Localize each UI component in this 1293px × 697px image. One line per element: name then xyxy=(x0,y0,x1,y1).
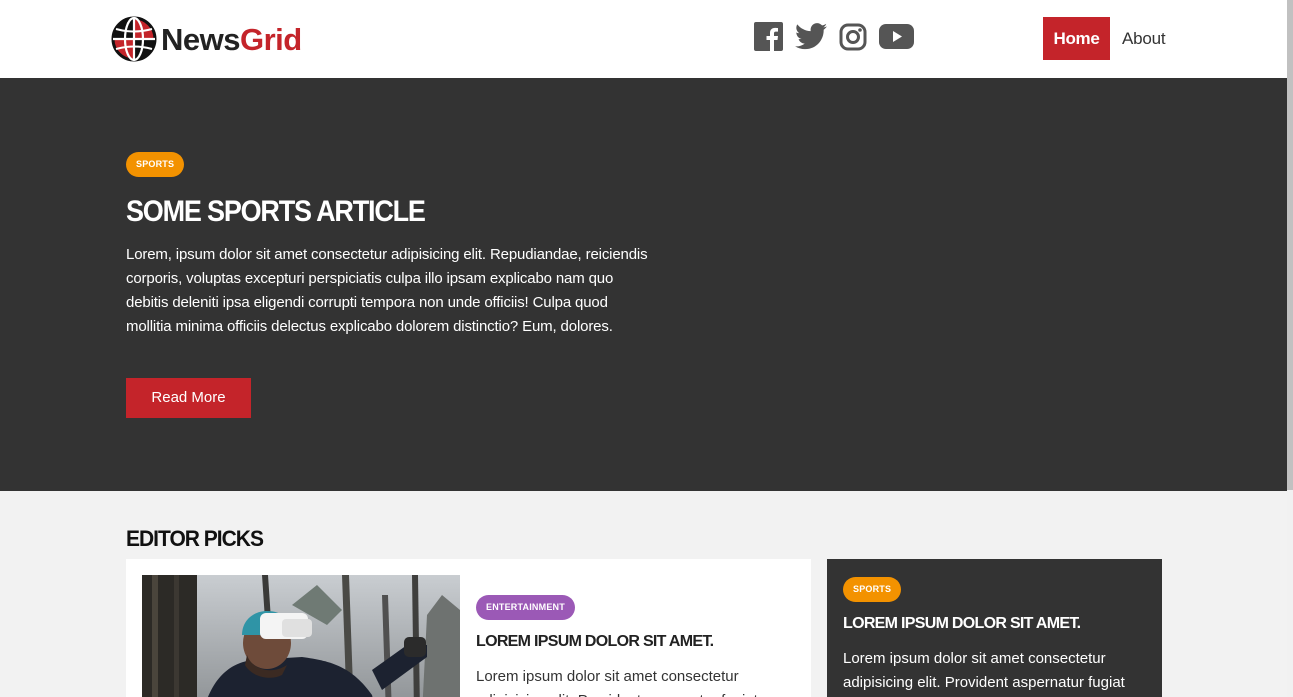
site-header: NewsGrid Home About xyxy=(0,0,1287,78)
site-name-part1: News xyxy=(161,21,240,57)
site-name: NewsGrid xyxy=(161,24,302,55)
main-nav: Home About xyxy=(1043,17,1166,60)
card-title[interactable]: Lorem ipsum dolor sit amet. xyxy=(476,633,714,651)
hero-section: Sports Some Sports Article Lorem, ipsum … xyxy=(0,78,1287,491)
hero-body: Lorem, ipsum dolor sit amet consectetur … xyxy=(126,246,648,335)
page-scrollbar[interactable] xyxy=(1287,0,1293,697)
nav-about[interactable]: About xyxy=(1122,17,1166,60)
card-body: Lorem ipsum dolor sit amet consectetur a… xyxy=(476,668,758,697)
side-card-title[interactable]: Lorem ipsum dolor sit amet. xyxy=(843,615,1081,633)
side-card-body: Lorem ipsum dolor sit amet consectetur a… xyxy=(843,650,1125,691)
hero-title: Some Sports Article xyxy=(126,195,426,228)
facebook-icon xyxy=(754,22,783,51)
instagram-icon xyxy=(839,23,867,50)
facebook-link[interactable] xyxy=(754,22,783,51)
side-category-badge[interactable]: Sports xyxy=(843,577,902,602)
nav-home[interactable]: Home xyxy=(1043,17,1110,60)
scrollbar-thumb[interactable] xyxy=(1287,0,1293,490)
social-links xyxy=(754,22,926,51)
editor-pick-card[interactable]: Entertainment Lorem ipsum dolor sit amet… xyxy=(126,559,811,697)
site-logo[interactable]: NewsGrid xyxy=(110,15,302,63)
youtube-icon xyxy=(879,24,914,49)
twitter-link[interactable] xyxy=(795,23,827,50)
hero-category-badge[interactable]: Sports xyxy=(126,152,185,177)
globe-icon xyxy=(111,16,157,62)
card-category-badge[interactable]: Entertainment xyxy=(476,595,575,620)
twitter-icon xyxy=(795,23,827,50)
youtube-link[interactable] xyxy=(879,24,914,49)
article-image xyxy=(142,575,460,697)
site-name-part2: Grid xyxy=(239,21,302,57)
editor-picks-heading: Editor Picks xyxy=(126,527,264,552)
read-more-button[interactable]: Read More xyxy=(126,378,251,418)
side-pick-card[interactable]: Sports Lorem ipsum dolor sit amet. Lorem… xyxy=(827,559,1162,697)
instagram-link[interactable] xyxy=(839,23,867,51)
